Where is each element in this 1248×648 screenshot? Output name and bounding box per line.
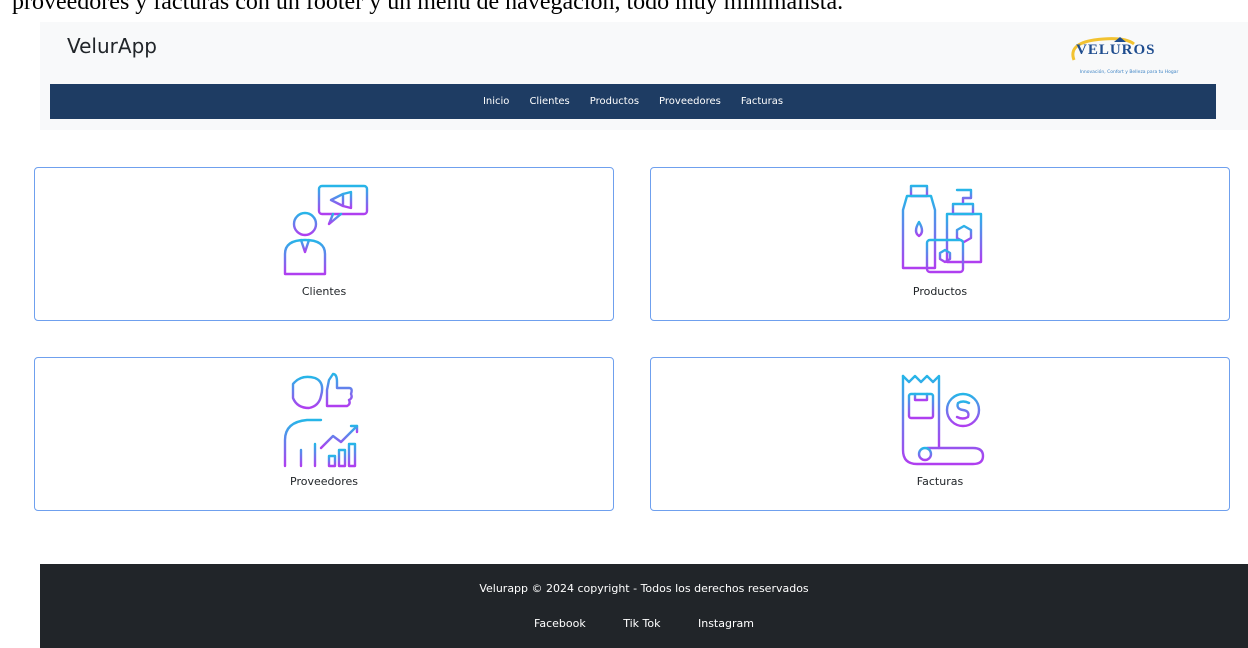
card-clientes[interactable]: Clientes bbox=[34, 167, 614, 321]
card-proveedores[interactable]: Proveedores bbox=[34, 357, 614, 511]
header: VelurApp VELUROS Innovación, Confort y B… bbox=[40, 22, 1248, 130]
footer-copyright: Velurapp © 2024 copyright - Todos los de… bbox=[479, 582, 809, 595]
invoice-dollar-icon bbox=[901, 374, 985, 466]
nav-link-productos[interactable]: Productos bbox=[590, 96, 639, 107]
card-facturas[interactable]: Facturas bbox=[650, 357, 1230, 511]
footer-social-links: Facebook Tik Tok Instagram bbox=[40, 617, 1248, 630]
document-text: proveedores y facturas con un footer y u… bbox=[12, 0, 844, 15]
logo-tagline: Innovación, Confort y Belleza para tu Ho… bbox=[1079, 70, 1179, 75]
brand-name[interactable]: VelurApp bbox=[67, 34, 157, 58]
card-label-facturas: Facturas bbox=[916, 475, 964, 488]
nav-link-proveedores[interactable]: Proveedores bbox=[659, 96, 721, 107]
card-label-clientes: Clientes bbox=[301, 285, 347, 298]
card-label-proveedores: Proveedores bbox=[290, 475, 358, 488]
footer: Velurapp © 2024 copyright - Todos los de… bbox=[40, 564, 1248, 648]
nav-link-facturas[interactable]: Facturas bbox=[741, 96, 783, 107]
logo-name: VELUROS bbox=[1076, 42, 1156, 58]
nav-link-clientes[interactable]: Clientes bbox=[529, 96, 569, 107]
supplier-growth-icon bbox=[283, 372, 359, 468]
card-label-productos: Productos bbox=[912, 285, 968, 298]
cosmetic-products-icon bbox=[901, 184, 983, 274]
instagram-link[interactable]: Instagram bbox=[698, 617, 754, 630]
main-navbar: Inicio Clientes Productos Proveedores Fa… bbox=[50, 84, 1216, 119]
client-megaphone-icon bbox=[283, 184, 369, 276]
veluros-logo: VELUROS Innovación, Confort y Belleza pa… bbox=[1054, 30, 1204, 80]
tiktok-link[interactable]: Tik Tok bbox=[623, 617, 660, 630]
facebook-link[interactable]: Facebook bbox=[534, 617, 586, 630]
nav-link-inicio[interactable]: Inicio bbox=[483, 96, 509, 107]
card-productos[interactable]: Productos bbox=[650, 167, 1230, 321]
